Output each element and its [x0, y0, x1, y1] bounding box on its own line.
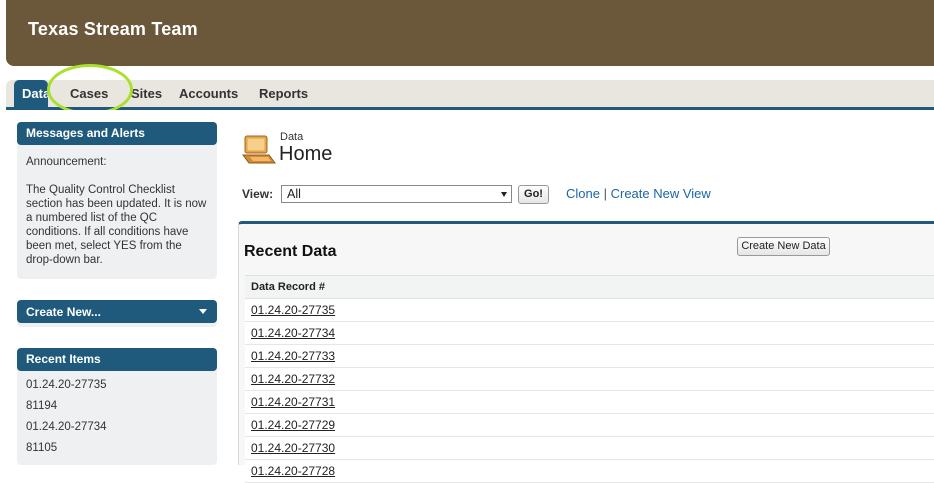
app-header: Texas Stream Team [0, 0, 934, 70]
table-row: 01.24.20-27730 [245, 437, 934, 460]
view-label: View: [242, 187, 274, 201]
clone-link[interactable]: Clone [566, 186, 600, 201]
messages-alerts-box: Messages and Alerts Announcement: The Qu… [17, 122, 217, 279]
link-separator: | [603, 186, 607, 201]
tab-data[interactable]: Data [14, 80, 48, 107]
recent-items-box: Recent Items 01.24.20-27735 81194 01.24.… [17, 348, 217, 465]
table-row: 01.24.20-27734 [245, 322, 934, 345]
create-new-view-link[interactable]: Create New View [611, 186, 711, 201]
recent-items-title: Recent Items [17, 348, 217, 371]
data-record-link[interactable]: 01.24.20-27732 [251, 372, 335, 386]
recent-data-title: Recent Data [244, 243, 337, 260]
view-links: Clone | Create New View [566, 186, 711, 201]
table-row: 01.24.20-27732 [245, 368, 934, 391]
caret-down-icon [199, 309, 207, 314]
create-new-box: Create New... [17, 300, 217, 327]
tab-reports[interactable]: Reports [259, 86, 308, 101]
view-select-value: All [287, 187, 301, 201]
recent-data-panel: Recent Data Create New Data Data Record … [238, 221, 934, 483]
table-row: 01.24.20-27735 [245, 299, 934, 322]
tab-accounts[interactable]: Accounts [179, 86, 238, 101]
create-new-dropdown[interactable]: Create New... [17, 300, 217, 323]
data-record-link[interactable]: 01.24.20-27728 [251, 464, 335, 478]
data-record-link[interactable]: 01.24.20-27731 [251, 395, 335, 409]
table-row: 01.24.20-27728 [245, 460, 934, 483]
data-record-link[interactable]: 01.24.20-27734 [251, 326, 335, 340]
breadcrumb: Data [280, 131, 304, 143]
header-bar: Texas Stream Team [6, 0, 934, 66]
messages-body: Announcement: The Quality Control Checkl… [17, 145, 217, 277]
recent-item[interactable]: 01.24.20-27735 [17, 375, 217, 396]
announcement-text: The Quality Control Checklist section ha… [26, 184, 207, 266]
recent-item[interactable]: 01.24.20-27734 [17, 417, 217, 438]
app-title: Texas Stream Team [28, 19, 198, 39]
recent-data-table: Data Record # 01.24.20-27735 01.24.20-27… [245, 275, 934, 483]
data-record-link[interactable]: 01.24.20-27729 [251, 418, 335, 432]
view-select[interactable]: All [281, 185, 512, 203]
tab-bar: Data Cases Sites Accounts Reports [6, 80, 934, 108]
announcement-heading: Announcement: [26, 156, 107, 168]
tab-sites[interactable]: Sites [131, 86, 162, 101]
create-new-label: Create New... [26, 304, 101, 319]
recent-item[interactable]: 81194 [17, 396, 217, 417]
column-header-data-record: Data Record # [245, 276, 934, 299]
create-new-data-button[interactable]: Create New Data [737, 237, 830, 256]
tab-cases[interactable]: Cases [70, 86, 108, 101]
table-row: 01.24.20-27731 [245, 391, 934, 414]
data-record-link[interactable]: 01.24.20-27733 [251, 349, 335, 363]
data-record-link[interactable]: 01.24.20-27730 [251, 441, 335, 455]
recent-item[interactable]: 81105 [17, 438, 217, 459]
table-row: 01.24.20-27733 [245, 345, 934, 368]
sidebar: Messages and Alerts Announcement: The Qu… [6, 110, 226, 465]
laptop-icon [242, 135, 276, 164]
messages-alerts-title: Messages and Alerts [17, 122, 217, 145]
data-record-link[interactable]: 01.24.20-27735 [251, 303, 335, 317]
table-row: 01.24.20-27729 [245, 414, 934, 437]
chevron-down-icon [501, 192, 507, 197]
page-title: Home [279, 143, 333, 165]
go-button[interactable]: Go! [518, 185, 549, 204]
